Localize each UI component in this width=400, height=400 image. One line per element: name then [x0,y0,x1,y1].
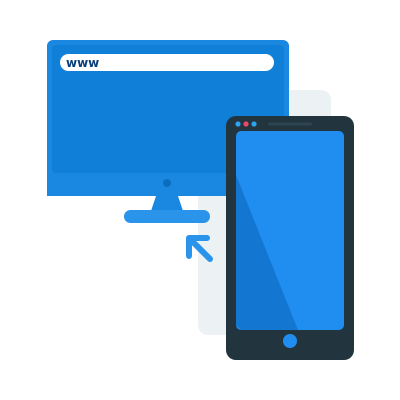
device-illustration-svg: www [47,40,354,360]
phone-camera-blue-2 [251,121,257,127]
monitor-stand-neck [151,196,183,211]
responsive-illustration: www [0,0,400,400]
phone-speaker [268,122,312,126]
smartphone-icon [226,116,354,360]
address-text: www [66,56,99,70]
monitor-power-dot [163,179,171,187]
phone-camera-blue [235,121,241,127]
monitor-stand-base [124,210,210,223]
phone-home-button [283,334,297,348]
phone-camera-red [243,121,249,127]
